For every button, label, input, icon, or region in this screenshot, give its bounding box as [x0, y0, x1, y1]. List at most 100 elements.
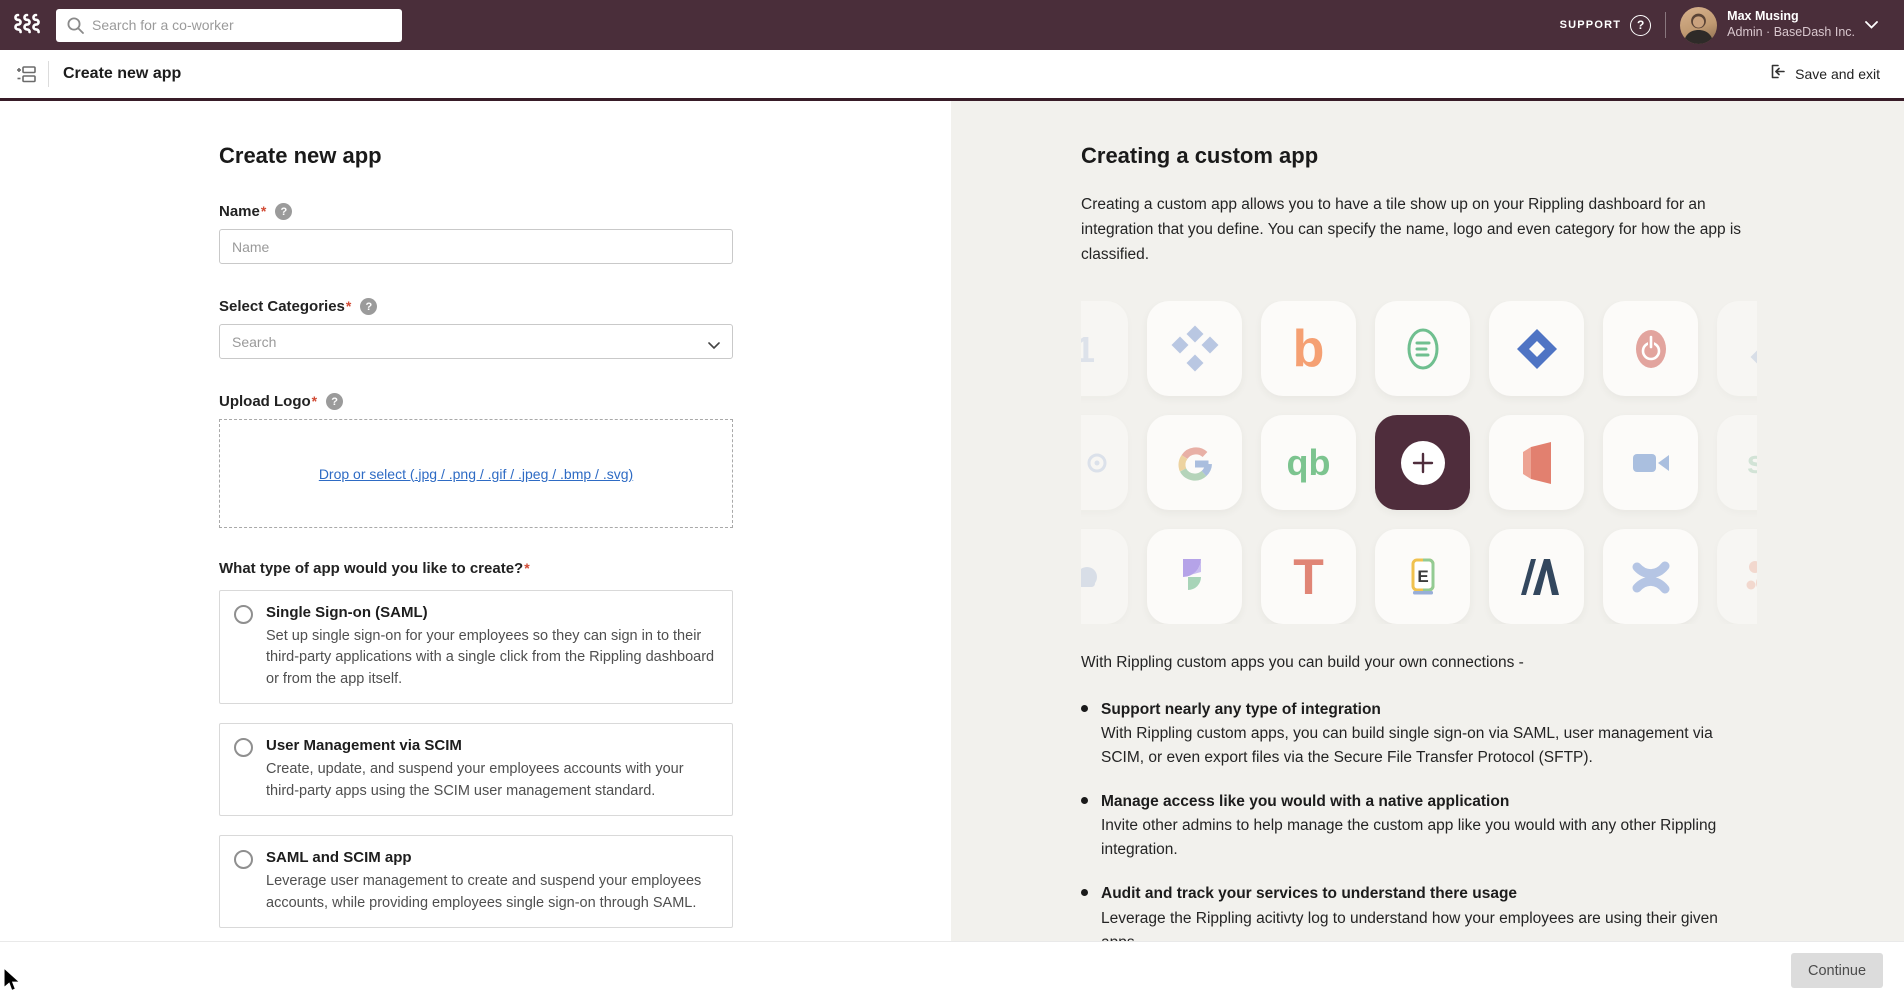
app-type-option-saml[interactable]: Single Sign-on (SAML) Set up single sign…	[219, 590, 733, 704]
app-tile	[1081, 529, 1128, 624]
app-tile: E	[1375, 529, 1470, 624]
name-help-icon[interactable]: ?	[275, 203, 292, 220]
app-tile: qb	[1261, 415, 1356, 510]
upload-logo-label: Upload Logo*	[219, 393, 317, 410]
bullet-description: With Rippling custom apps, you can build…	[1101, 722, 1757, 770]
categories-help-icon[interactable]: ?	[360, 298, 377, 315]
app-type-label: What type of app would you like to creat…	[219, 560, 733, 577]
sa-logo-icon: sa	[1747, 444, 1757, 481]
toolbar: Create new app Save and exit	[0, 50, 1904, 101]
list-item: Manage access like you would with a nati…	[1081, 790, 1757, 862]
app-tile	[1717, 301, 1757, 396]
upload-help-icon[interactable]: ?	[326, 393, 343, 410]
user-menu[interactable]: Max Musing Admin · BaseDash Inc.	[1680, 7, 1878, 44]
name-input[interactable]	[219, 229, 733, 264]
number-one-logo-icon: 1	[1081, 325, 1105, 373]
logo-dropzone[interactable]: Drop or select (.jpg / .png / .gif / .jp…	[219, 419, 733, 528]
avatar	[1680, 7, 1717, 44]
header-divider	[1665, 12, 1666, 38]
required-marker: *	[524, 560, 529, 576]
exit-icon	[1767, 62, 1786, 86]
option-description: Leverage user management to create and s…	[266, 871, 716, 914]
create-new-app-page: SUPPORT ? Max Musing Admin · BaseDash In…	[0, 0, 1904, 999]
app-tile	[1489, 415, 1584, 510]
video-camera-logo-icon	[1627, 439, 1675, 487]
save-and-exit-button[interactable]: Save and exit	[1767, 62, 1880, 86]
e-key-logo-icon: E	[1399, 553, 1447, 601]
required-marker: *	[346, 298, 351, 314]
app-tile	[1375, 301, 1470, 396]
radio-button[interactable]	[234, 605, 253, 624]
app-tile	[1147, 415, 1242, 510]
custom-app-tile	[1375, 415, 1470, 510]
list-oval-logo-icon	[1399, 325, 1447, 373]
bullet-title: Audit and track your services to underst…	[1101, 882, 1757, 906]
mouse-cursor	[4, 968, 22, 997]
app-tile	[1603, 301, 1698, 396]
info-heading: Creating a custom app	[1081, 143, 1757, 169]
save-and-exit-label: Save and exit	[1795, 66, 1880, 82]
drop-or-select-link[interactable]: Drop or select (.jpg / .png / .gif / .jp…	[319, 466, 633, 482]
bullet-icon	[1081, 705, 1088, 712]
form-heading: Create new app	[219, 143, 733, 169]
option-description: Create, update, and suspend your employe…	[266, 759, 716, 802]
app-grid-row: ro	[1081, 415, 1757, 510]
app-tile	[1717, 529, 1757, 624]
required-marker: *	[312, 393, 317, 409]
create-app-form-panel: Create new app Name* ? Select Categories…	[0, 101, 951, 941]
list-item: Support nearly any type of integration W…	[1081, 698, 1757, 770]
app-grid-row: T E	[1081, 529, 1757, 624]
blue-diamond-logo-icon	[1513, 325, 1561, 373]
svg-text:E: E	[1417, 567, 1428, 586]
footer-bar: Continue	[0, 941, 1904, 999]
option-title: User Management via SCIM	[266, 737, 716, 754]
user-name: Max Musing	[1727, 9, 1855, 25]
app-tile	[1147, 529, 1242, 624]
app-tile	[1147, 301, 1242, 396]
app-tile: ro	[1081, 415, 1128, 510]
coworker-search	[56, 9, 402, 42]
name-label: Name*	[219, 203, 266, 220]
app-tile	[1603, 529, 1698, 624]
top-header: SUPPORT ? Max Musing Admin · BaseDash In…	[0, 0, 1904, 50]
support-label: SUPPORT	[1560, 19, 1622, 31]
app-tile: sa	[1717, 415, 1757, 510]
app-tile: T	[1261, 529, 1356, 624]
connections-intro: With Rippling custom apps you can build …	[1081, 654, 1757, 672]
benefits-list: Support nearly any type of integration W…	[1081, 698, 1757, 954]
bullet-icon	[1081, 889, 1088, 896]
bullet-icon	[1081, 797, 1088, 804]
app-tile: 1	[1081, 301, 1128, 396]
office-logo-icon	[1513, 439, 1561, 487]
option-title: SAML and SCIM app	[266, 849, 716, 866]
double-diamonds-logo-icon	[1741, 325, 1758, 373]
app-logo-grid: 1 b	[1081, 301, 1757, 624]
info-panel: Creating a custom app Creating a custom …	[951, 101, 1904, 941]
categories-select[interactable]	[219, 324, 733, 359]
curved-bars-logo-icon	[1627, 553, 1675, 601]
app-tile: b	[1261, 301, 1356, 396]
cloud-logo-icon	[1081, 553, 1105, 601]
bullet-title: Manage access like you would with a nati…	[1101, 790, 1757, 814]
support-button[interactable]: SUPPORT ?	[1560, 15, 1652, 36]
chevron-down-icon	[1865, 16, 1878, 34]
rippling-logo-icon[interactable]	[12, 12, 46, 38]
page-title: Create new app	[63, 65, 181, 83]
petal-logo-icon	[1171, 553, 1219, 601]
ro-logo-icon: ro	[1081, 439, 1109, 487]
support-help-icon: ?	[1630, 15, 1651, 36]
app-type-option-saml-scim[interactable]: SAML and SCIM app Leverage user manageme…	[219, 835, 733, 928]
radio-button[interactable]	[234, 738, 253, 757]
plus-icon	[1401, 441, 1445, 485]
steps-list-icon[interactable]	[12, 59, 42, 89]
svg-text:1: 1	[1081, 329, 1095, 370]
search-input[interactable]	[56, 9, 402, 42]
letter-b-logo-icon: b	[1293, 319, 1325, 379]
radio-button[interactable]	[234, 850, 253, 869]
info-description: Creating a custom app allows you to have…	[1081, 193, 1757, 267]
app-type-option-scim[interactable]: User Management via SCIM Create, update,…	[219, 723, 733, 816]
required-marker: *	[261, 203, 266, 219]
letter-t-logo-icon: T	[1293, 548, 1324, 606]
continue-button[interactable]: Continue	[1791, 953, 1883, 988]
app-grid-row: 1 b	[1081, 301, 1757, 396]
